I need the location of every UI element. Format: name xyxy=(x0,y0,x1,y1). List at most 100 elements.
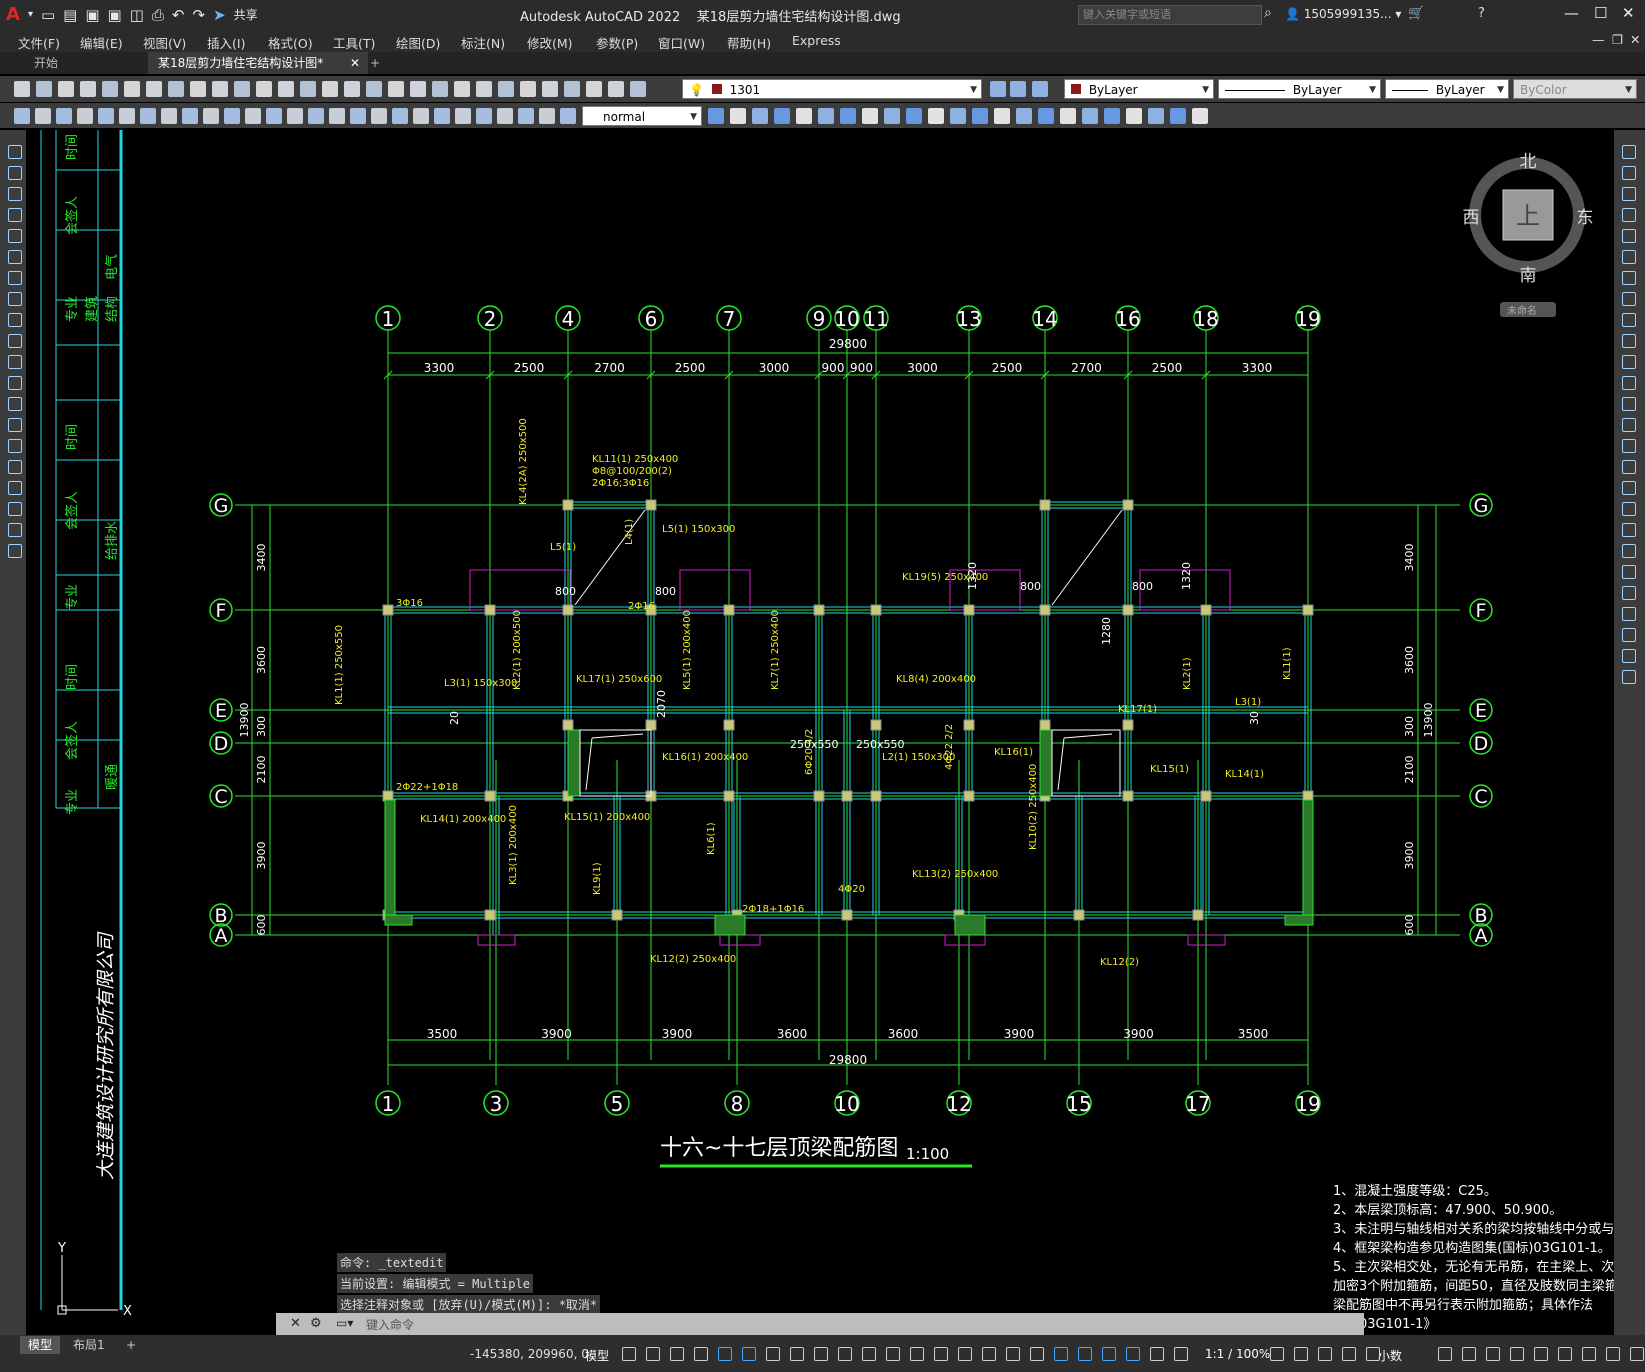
toolbar-tool-icon[interactable] xyxy=(1038,108,1054,124)
compass-south[interactable]: 南 xyxy=(1520,266,1537,286)
annotation-scale[interactable]: 1:1 / 100% xyxy=(1205,1347,1270,1361)
side-tool-icon[interactable] xyxy=(8,460,22,474)
toolbar-tool-icon[interactable] xyxy=(168,81,184,97)
toolbar-tool-icon[interactable] xyxy=(1104,108,1120,124)
toolbar-tool-icon[interactable] xyxy=(124,81,140,97)
tab-document-label[interactable]: 某18层剪力墙住宅结构设计图* xyxy=(158,56,323,70)
autocad-logo-icon[interactable]: A xyxy=(6,4,20,25)
status-toggle-icon[interactable] xyxy=(982,1347,996,1361)
coordinates-readout[interactable]: -145380, 209960, 0 xyxy=(470,1347,589,1361)
status-toggle-icon[interactable] xyxy=(742,1347,756,1361)
layout-tab-layout1[interactable]: 布局1 xyxy=(65,1336,113,1354)
share-icon[interactable]: ➤ xyxy=(213,6,226,24)
status-toggle-icon[interactable] xyxy=(1006,1347,1020,1361)
side-tool-icon[interactable] xyxy=(1622,250,1636,264)
toolbar-tool-icon[interactable] xyxy=(278,81,294,97)
toolbar-tool-icon[interactable] xyxy=(774,108,790,124)
status-toggle-icon[interactable] xyxy=(1294,1347,1308,1361)
side-tool-icon[interactable] xyxy=(1622,334,1636,348)
status-toggle-icon[interactable] xyxy=(958,1347,972,1361)
units-dropdown[interactable]: 小数 xyxy=(1378,1347,1402,1364)
toolbar-tool-icon[interactable] xyxy=(730,108,746,124)
status-toggle-icon[interactable] xyxy=(1150,1347,1164,1361)
side-tool-icon[interactable] xyxy=(1622,187,1636,201)
toolbar-tool-icon[interactable] xyxy=(366,81,382,97)
toolbar-tool-icon[interactable] xyxy=(56,108,72,124)
status-toggle-icon[interactable] xyxy=(934,1347,948,1361)
doc-restore-button[interactable]: ❐ xyxy=(1612,32,1623,47)
side-tool-icon[interactable] xyxy=(8,292,22,306)
side-tool-icon[interactable] xyxy=(8,187,22,201)
toolbar-tool-icon[interactable] xyxy=(98,108,114,124)
status-toggle-icon[interactable] xyxy=(1030,1347,1044,1361)
toolbar-tool-icon[interactable] xyxy=(1148,108,1164,124)
toolbar-tool-icon[interactable] xyxy=(413,108,429,124)
toolbar-tool-icon[interactable] xyxy=(322,81,338,97)
doc-close-button[interactable]: ✕ xyxy=(1630,32,1640,47)
side-tool-icon[interactable] xyxy=(8,418,22,432)
toolbar-tool-icon[interactable] xyxy=(14,108,30,124)
side-tool-icon[interactable] xyxy=(1622,229,1636,243)
status-toggle-icon[interactable] xyxy=(1318,1347,1332,1361)
toolbar-tool-icon[interactable] xyxy=(350,108,366,124)
toolbar-tool-icon[interactable] xyxy=(344,81,360,97)
menu-modify[interactable]: 修改(M) xyxy=(527,33,573,52)
toolbar-tool-icon[interactable] xyxy=(300,81,316,97)
toolbar-tool-icon[interactable] xyxy=(287,108,303,124)
menu-dimension[interactable]: 标注(N) xyxy=(461,33,505,52)
toolbar-tool-icon[interactable] xyxy=(520,81,536,97)
toolbar-tool-icon[interactable] xyxy=(1126,108,1142,124)
doc-minimize-button[interactable]: — xyxy=(1592,32,1605,47)
toolbar-tool-icon[interactable] xyxy=(630,81,646,97)
compass-north[interactable]: 北 xyxy=(1520,152,1537,172)
toolbar-tool-icon[interactable] xyxy=(182,108,198,124)
drawing-svg[interactable]: 时间会签人专业 建筑 结构电气时间会签人专业给排水时间会签人专业暖通 大连建筑设计研… xyxy=(26,130,1645,1335)
linetype-dropdown[interactable]: ByLayer ▼ xyxy=(1218,79,1381,99)
status-toggle-icon[interactable] xyxy=(790,1347,804,1361)
save-as-icon[interactable]: ▣ xyxy=(108,6,122,24)
toolbar-tool-icon[interactable] xyxy=(14,81,30,97)
toolbar-tool-icon[interactable] xyxy=(796,108,812,124)
layer-dropdown[interactable]: 💡 1301 ▼ xyxy=(682,79,982,99)
command-close-icon[interactable]: ✕ xyxy=(290,1316,301,1331)
layout-tab-add[interactable]: + xyxy=(118,1336,144,1354)
side-tool-icon[interactable] xyxy=(8,397,22,411)
help-icon[interactable]: ? xyxy=(1478,6,1485,21)
toolbar-tool-icon[interactable] xyxy=(1060,108,1076,124)
toolbar-tool-icon[interactable] xyxy=(542,81,558,97)
menu-format[interactable]: 格式(O) xyxy=(268,33,313,52)
toolbar-tool-icon[interactable] xyxy=(58,81,74,97)
side-tool-icon[interactable] xyxy=(1622,628,1636,642)
side-tool-icon[interactable] xyxy=(1622,439,1636,453)
model-space-toggle[interactable]: 模型 xyxy=(585,1347,609,1364)
command-input[interactable]: 键入命令 xyxy=(366,1316,414,1333)
toolbar-tool-icon[interactable] xyxy=(256,81,272,97)
status-toggle-icon[interactable] xyxy=(1438,1347,1452,1361)
menu-express[interactable]: Express xyxy=(792,33,841,48)
menu-window[interactable]: 窗口(W) xyxy=(658,33,705,52)
side-tool-icon[interactable] xyxy=(1622,145,1636,159)
toolbar-tool-icon[interactable] xyxy=(950,108,966,124)
toolbar-tool-icon[interactable] xyxy=(818,108,834,124)
text-style-dropdown[interactable]: normal ▼ xyxy=(582,106,702,126)
status-toggle-icon[interactable] xyxy=(1366,1347,1380,1361)
toolbar-tool-icon[interactable] xyxy=(994,108,1010,124)
side-tool-icon[interactable] xyxy=(1622,271,1636,285)
plot-icon[interactable]: ⎙ xyxy=(152,6,164,24)
toolbar-tool-icon[interactable] xyxy=(371,108,387,124)
open-file-icon[interactable]: ▤ xyxy=(63,6,77,24)
toolbar-tool-icon[interactable] xyxy=(497,108,513,124)
side-tool-icon[interactable] xyxy=(8,334,22,348)
toolbar-tool-icon[interactable] xyxy=(146,81,162,97)
app-menu-arrow-icon[interactable]: ▾ xyxy=(28,9,33,20)
toolbar-tool-icon[interactable] xyxy=(203,108,219,124)
side-tool-icon[interactable] xyxy=(8,145,22,159)
tab-document[interactable]: 某18层剪力墙住宅结构设计图* ✕ xyxy=(148,52,368,74)
compass-west[interactable]: 西 xyxy=(1463,208,1480,228)
side-tool-icon[interactable] xyxy=(1622,208,1636,222)
status-toggle-icon[interactable] xyxy=(1342,1347,1356,1361)
compass-east[interactable]: 东 xyxy=(1577,208,1594,228)
menu-view[interactable]: 视图(V) xyxy=(143,33,186,52)
side-tool-icon[interactable] xyxy=(1622,376,1636,390)
menu-tools[interactable]: 工具(T) xyxy=(333,33,375,52)
